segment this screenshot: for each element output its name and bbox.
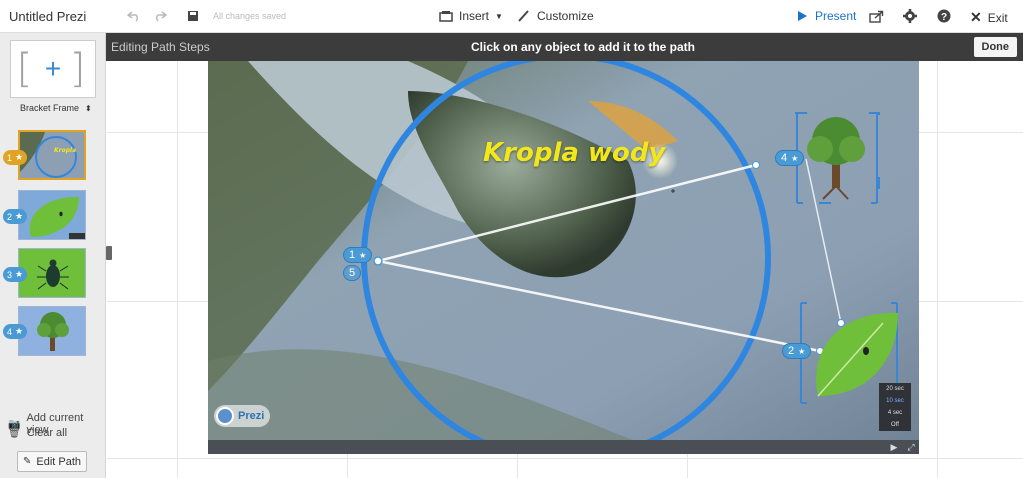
sidebar-step-badge-3: 3 ★ bbox=[3, 267, 28, 282]
top-toolbar: Untitled Prezi All changes saved Insert … bbox=[0, 0, 1023, 33]
star-icon: ★ bbox=[791, 153, 799, 163]
clear-all-button[interactable]: 🗑 Clear all bbox=[8, 427, 67, 439]
undo-icon[interactable] bbox=[126, 8, 142, 24]
star-icon: ★ bbox=[15, 152, 24, 162]
timing-option-selected[interactable]: 10 sec bbox=[879, 395, 911, 407]
path-sidebar: [ ] + Bracket Frame ⬍ Kropla 1 ★ 2 ★ 3 ★ 4 ★… bbox=[0, 33, 106, 478]
trash-icon: 🗑 bbox=[8, 427, 21, 439]
save-status: All changes saved bbox=[213, 11, 287, 21]
plus-icon: + bbox=[44, 53, 62, 84]
save-icon[interactable] bbox=[185, 8, 201, 24]
grid-line bbox=[937, 33, 938, 478]
path-thumbnail-2[interactable] bbox=[18, 190, 86, 240]
timing-option[interactable]: Off bbox=[879, 419, 911, 431]
edit-path-button[interactable]: ✎ Edit Path bbox=[17, 451, 87, 472]
done-button[interactable]: Done bbox=[973, 37, 1017, 57]
sidebar-collapse-handle[interactable] bbox=[106, 246, 112, 260]
frame-type-label: Bracket Frame bbox=[20, 103, 80, 113]
insert-icon bbox=[439, 11, 453, 22]
close-icon: ✕ bbox=[970, 9, 982, 25]
timing-option[interactable]: 4 sec bbox=[879, 407, 911, 419]
customize-button[interactable]: Customize bbox=[517, 9, 594, 23]
autoplay-icon[interactable]: ▶ bbox=[889, 442, 899, 452]
path-step-badge-5[interactable]: 5 bbox=[343, 265, 362, 281]
editing-instruction: Click on any object to add it to the pat… bbox=[471, 40, 696, 54]
sidebar-step-badge-1: 1 ★ bbox=[3, 150, 28, 165]
editing-mode-label: Editing Path Steps bbox=[111, 40, 210, 54]
grid-line bbox=[107, 458, 1023, 459]
svg-text:?: ? bbox=[941, 12, 947, 23]
path-step-badge-2[interactable]: 2 ★ bbox=[782, 343, 812, 359]
sidebar-step-badge-4: 4 ★ bbox=[3, 324, 28, 339]
insert-button[interactable]: Insert ▼ bbox=[439, 9, 503, 23]
pencil-icon: ✎ bbox=[22, 456, 32, 467]
fullscreen-icon[interactable]: ⤢ bbox=[906, 442, 916, 452]
insert-label: Insert bbox=[459, 9, 490, 23]
star-icon: ★ bbox=[15, 326, 24, 336]
star-icon: ★ bbox=[15, 211, 24, 221]
prezi-logo-icon bbox=[216, 407, 234, 425]
autoplay-timing-menu[interactable]: 20 sec 10 sec 4 sec Off bbox=[879, 383, 911, 431]
path-step-badge-4[interactable]: 4 ★ bbox=[775, 150, 805, 166]
chevron-down-icon: ▼ bbox=[495, 11, 503, 21]
share-icon[interactable] bbox=[868, 8, 884, 24]
path-thumbnail-1[interactable]: Kropla bbox=[18, 130, 86, 180]
presentation-background-image[interactable] bbox=[208, 61, 919, 454]
frame-type-selector[interactable]: Bracket Frame ⬍ bbox=[20, 103, 92, 113]
play-icon bbox=[798, 11, 807, 21]
star-icon: ★ bbox=[15, 269, 24, 279]
star-icon: ★ bbox=[359, 250, 367, 260]
presentation-title[interactable]: Untitled Prezi bbox=[9, 9, 86, 24]
present-label: Present bbox=[815, 9, 857, 23]
redo-icon[interactable] bbox=[152, 8, 168, 24]
editing-path-bar: Editing Path Steps Click on any object t… bbox=[106, 33, 1023, 61]
edit-path-label: Edit Path bbox=[36, 455, 82, 468]
prezi-logo: Prezi bbox=[214, 405, 271, 427]
svg-text:Kropla: Kropla bbox=[54, 147, 76, 154]
add-frame-button[interactable]: [ ] + bbox=[10, 40, 96, 98]
sidebar-step-badge-2: 2 ★ bbox=[3, 209, 28, 224]
path-thumbnail-4[interactable] bbox=[18, 306, 86, 356]
customize-label: Customize bbox=[537, 9, 594, 23]
prezi-logo-text: Prezi bbox=[238, 410, 265, 422]
exit-label: Exit bbox=[987, 10, 1008, 25]
present-button[interactable]: Present bbox=[795, 9, 856, 23]
path-step-badge-1[interactable]: 1 ★ bbox=[343, 247, 373, 263]
path-thumbnail-3[interactable] bbox=[18, 248, 86, 298]
help-icon[interactable]: ? bbox=[936, 8, 952, 24]
timing-option[interactable]: 20 sec bbox=[879, 383, 911, 395]
slide-headline[interactable]: Kropla wody bbox=[483, 138, 665, 168]
updown-arrows-icon: ⬍ bbox=[85, 103, 92, 113]
grid-line bbox=[177, 33, 178, 478]
brush-icon bbox=[518, 10, 529, 22]
gear-icon[interactable] bbox=[902, 8, 918, 24]
exit-button[interactable]: ✕ Exit bbox=[970, 9, 1008, 26]
clear-all-label: Clear all bbox=[26, 427, 68, 439]
star-icon: ★ bbox=[798, 346, 806, 356]
